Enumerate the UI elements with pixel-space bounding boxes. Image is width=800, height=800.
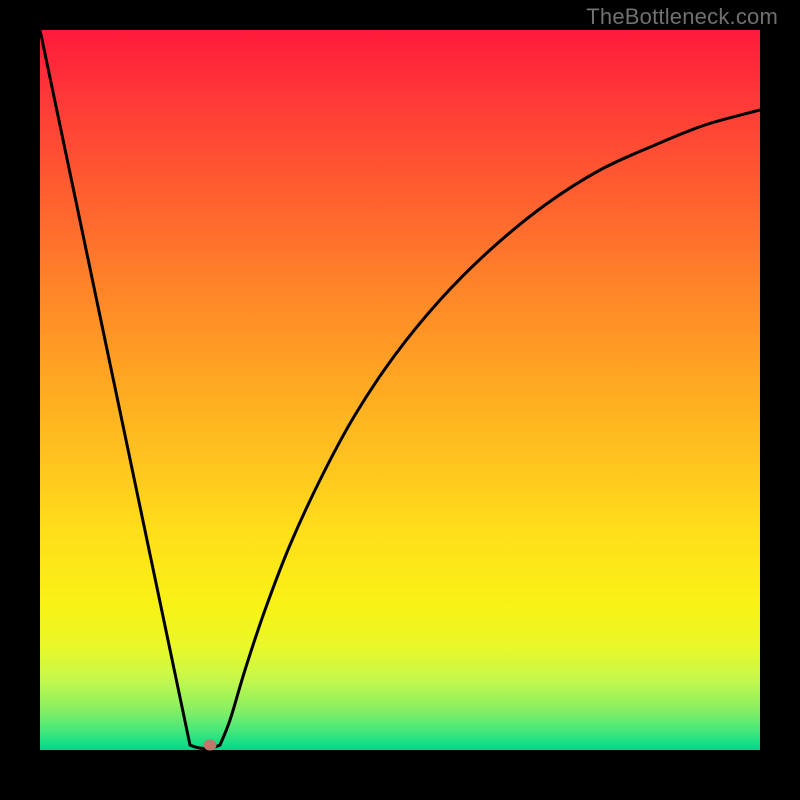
plot-area bbox=[40, 30, 760, 750]
min-marker-icon bbox=[204, 740, 217, 751]
chart-frame: TheBottleneck.com bbox=[0, 0, 800, 800]
watermark-text: TheBottleneck.com bbox=[586, 4, 778, 30]
curve-svg bbox=[40, 30, 760, 750]
right-curve-path bbox=[220, 110, 760, 745]
left-slope-path bbox=[40, 30, 190, 745]
